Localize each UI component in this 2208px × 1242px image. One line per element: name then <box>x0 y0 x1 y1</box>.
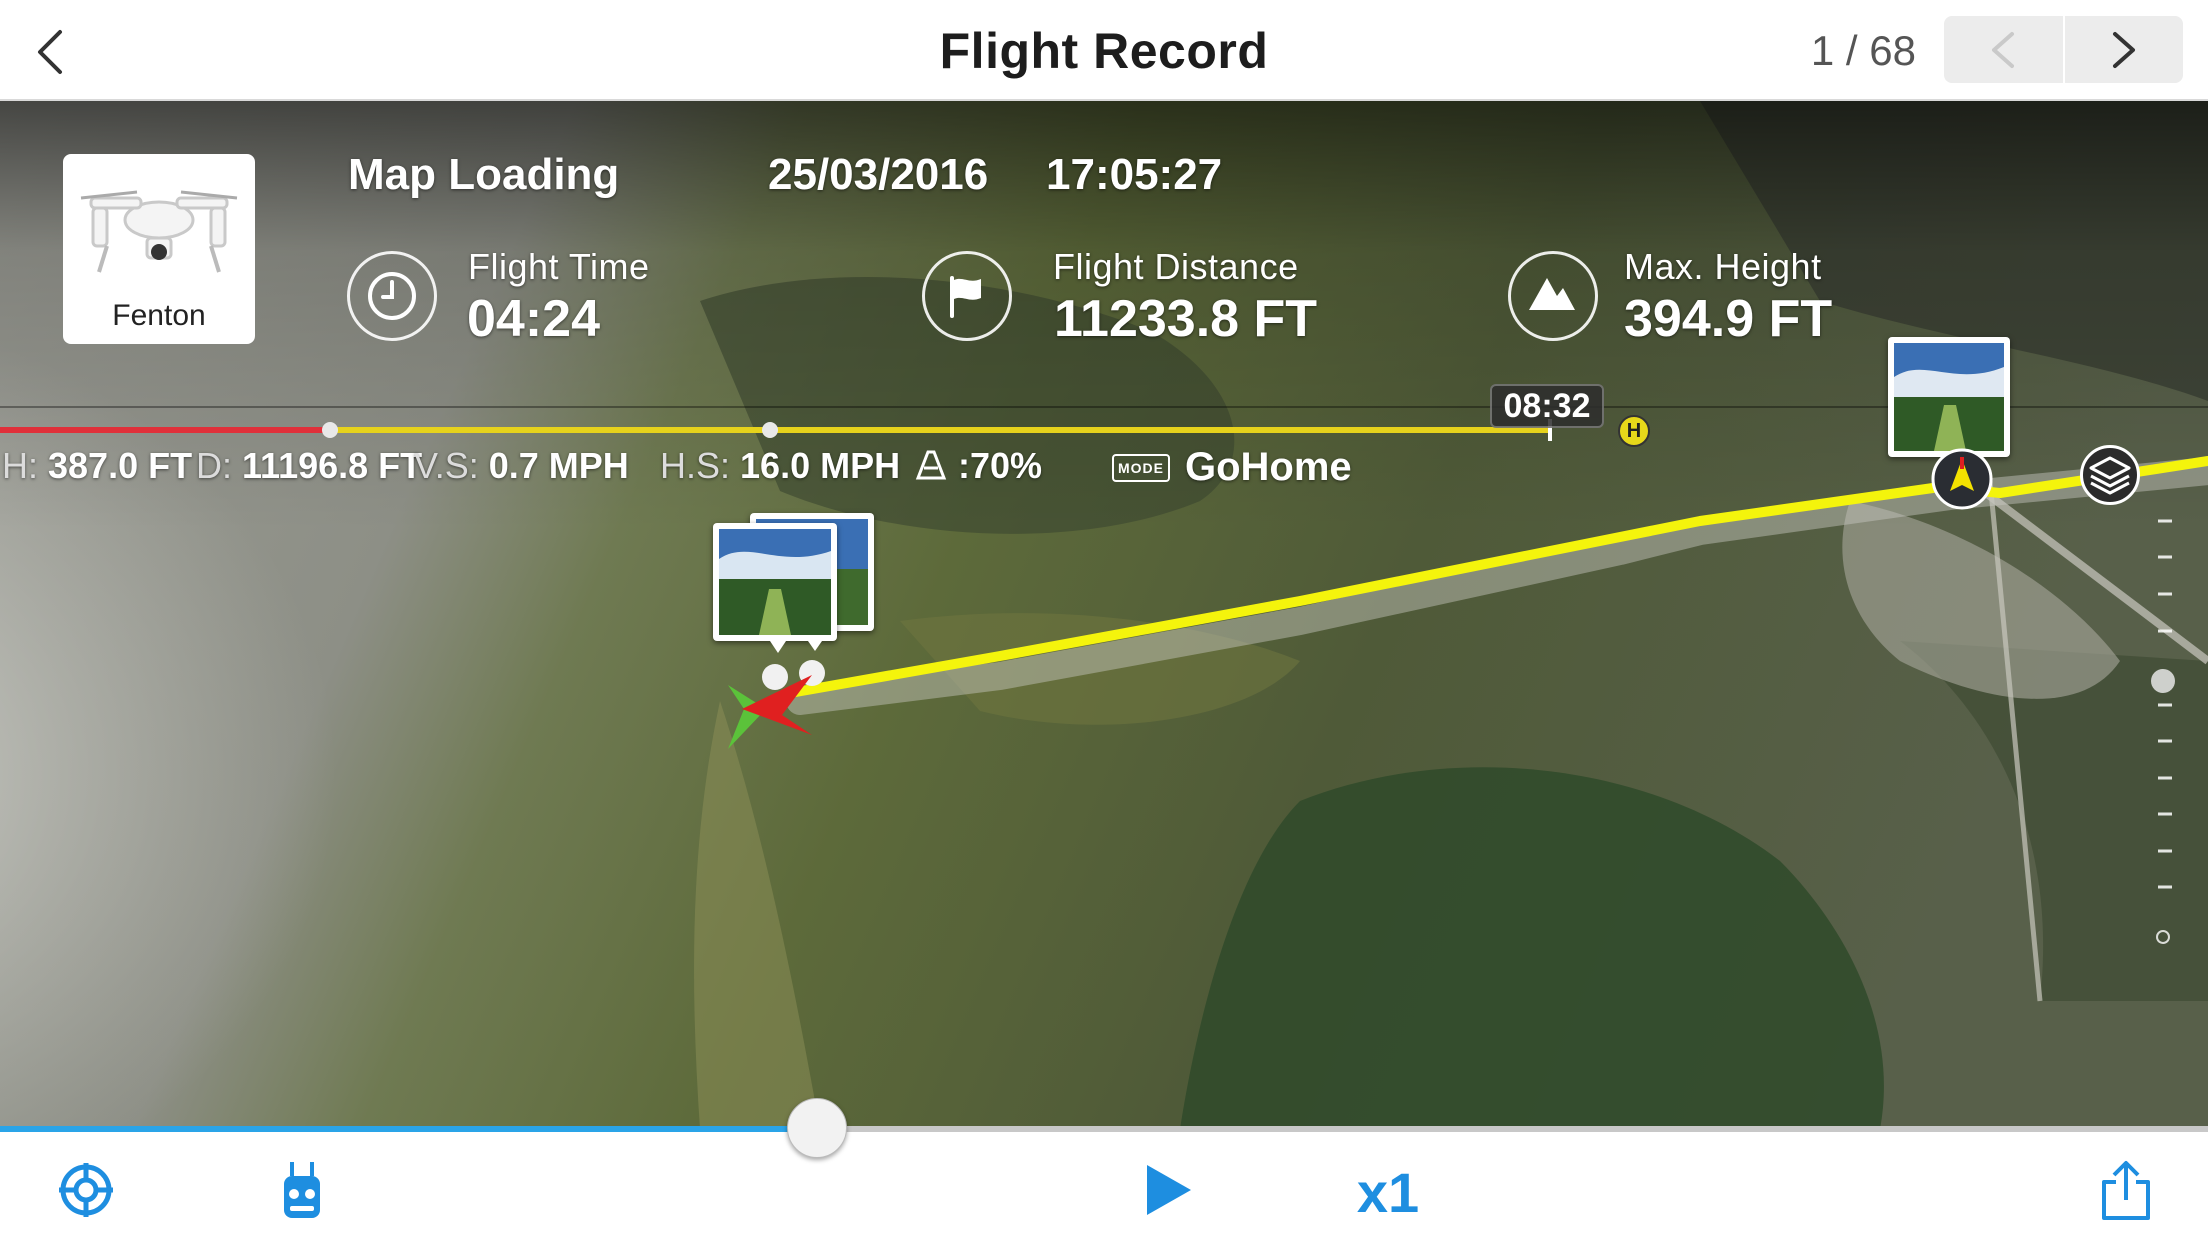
flight-time-value: 04:24 <box>467 290 600 348</box>
distance-readout: D: 11196.8 FT <box>196 445 422 489</box>
play-icon <box>1147 1165 1191 1215</box>
horizontal-speed-value: 16.0 MPH <box>740 445 901 486</box>
max-height-label: Max. Height <box>1624 246 1822 287</box>
height-value: 387.0 FT <box>48 445 193 486</box>
end-photo-thumbnail[interactable] <box>1888 337 2010 457</box>
crosshair-icon <box>59 1163 113 1217</box>
home-point-marker[interactable]: H <box>1618 415 1650 447</box>
flight-distance-badge <box>922 251 1012 341</box>
battery-readout: :70% <box>914 445 1042 489</box>
remote-controller-button[interactable] <box>282 1160 322 1225</box>
max-height-value: 394.9 FT <box>1624 290 1833 348</box>
timeline-end-time: 08:32 <box>1490 384 1604 428</box>
share-button[interactable] <box>2100 1160 2152 1227</box>
flight-mode-value: GoHome <box>1185 445 1352 489</box>
flag-icon <box>950 276 981 318</box>
horizontal-speed-readout: H.S: 16.0 MPH <box>660 445 900 489</box>
layers-icon <box>2089 456 2131 495</box>
flight-distance-label: Flight Distance <box>1053 246 1299 287</box>
height-key: H: <box>2 445 38 486</box>
play-button[interactable] <box>1145 1163 1193 1222</box>
vertical-speed-value: 0.7 MPH <box>488 445 629 486</box>
clock-icon <box>368 272 416 320</box>
chevron-right-icon <box>2113 32 2135 68</box>
location-label: Map Loading <box>348 150 620 199</box>
distance-key: D: <box>196 445 232 486</box>
mountain-icon <box>1529 278 1575 310</box>
vertical-speed-key: V.S: <box>414 445 479 486</box>
record-pager <box>1944 16 2183 83</box>
height-readout: H: 387.0 FT <box>2 445 192 489</box>
drone-image <box>80 190 238 273</box>
top-bar: Flight Record 1 / 68 <box>0 0 2208 101</box>
record-time: 17:05:27 <box>1046 150 1223 199</box>
progress-knob[interactable] <box>786 1098 847 1158</box>
previous-record-button[interactable] <box>1944 16 2063 83</box>
next-record-button[interactable] <box>2064 16 2183 83</box>
flight-distance-value: 11233.8 FT <box>1054 290 1318 348</box>
flight-map[interactable]: Fenton Map Loading 25/03/2016 17:05:27 F… <box>0 101 2208 1129</box>
playback-bar <box>0 1132 2208 1242</box>
aircraft-position-icon[interactable] <box>1930 447 1994 511</box>
flight-time-label: Flight Time <box>468 246 650 287</box>
record-counter: 1 / 68 <box>1810 27 1916 74</box>
battery-value: :70% <box>958 445 1043 486</box>
landscape-photo <box>719 529 831 635</box>
progress-fill <box>0 1126 817 1132</box>
landscape-photo <box>1894 343 2004 451</box>
drone-card[interactable]: Fenton <box>63 154 255 344</box>
share-icon <box>2102 1161 2150 1220</box>
mode-badge: MODE <box>1112 454 1170 482</box>
chevron-left-icon <box>1992 32 2014 68</box>
drone-name: Fenton <box>112 299 206 332</box>
horizontal-speed-key: H.S: <box>660 445 731 486</box>
distance-value: 11196.8 FT <box>242 445 423 486</box>
photo-thumbnail[interactable] <box>713 523 837 641</box>
flight-time-badge <box>347 251 437 341</box>
takeoff-marker-icon <box>728 675 812 749</box>
record-date: 25/03/2016 <box>768 150 989 199</box>
vertical-speed-readout: V.S: 0.7 MPH <box>414 445 629 489</box>
map-layers-button[interactable] <box>2080 445 2140 505</box>
playback-speed-button[interactable]: x1 <box>1348 1160 1428 1225</box>
remote-controller-icon <box>284 1162 320 1218</box>
recenter-button[interactable] <box>58 1162 114 1223</box>
max-height-badge <box>1508 251 1598 341</box>
battery-icon <box>915 450 947 480</box>
